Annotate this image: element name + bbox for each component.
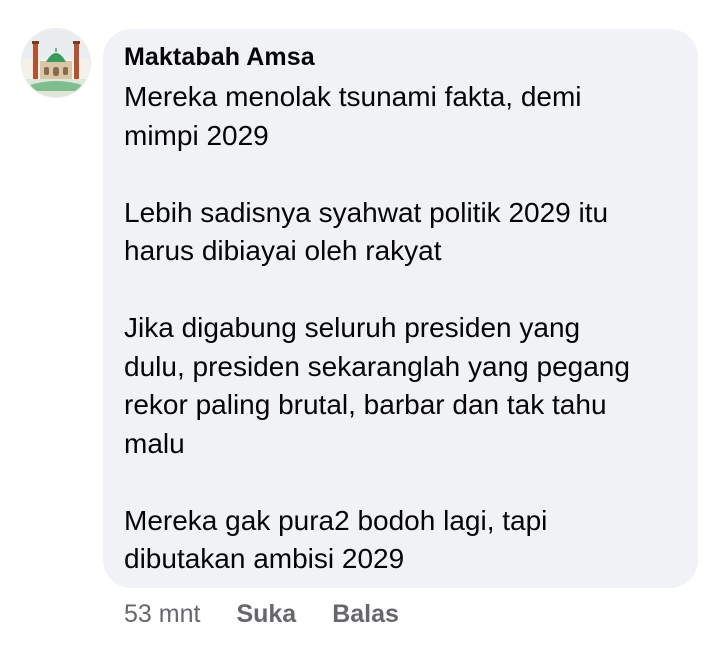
- comment-line: Jika digabung seluruh presiden yang: [124, 312, 581, 343]
- like-button[interactable]: Suka: [236, 600, 296, 629]
- comment-line: harus dibiayai oleh rakyat: [124, 235, 442, 266]
- comment-line: dulu, presiden sekaranglah yang pegang: [124, 350, 630, 382]
- comment-line: mimpi 2029: [124, 119, 269, 151]
- avatar[interactable]: [22, 29, 90, 97]
- comment-paragraph: Mereka menolak tsunami fakta, demi mimpi…: [124, 78, 684, 155]
- comment-line: Mereka menolak tsunami fakta, demi: [124, 81, 582, 112]
- comment-actions: 53 mnt Suka Balas: [124, 598, 399, 630]
- comment-line: Lebih sadisnya syahwat politik 2029 itu: [124, 196, 609, 228]
- comment-line: dibutakan ambisi 2029: [124, 543, 405, 574]
- comment-line: rekor paling brutal, barbar dan tak tahu: [124, 389, 607, 420]
- mosque-avatar-icon: [22, 29, 90, 97]
- comment-paragraph: Mereka gak pura2 bodoh lagi, tapi dibuta…: [124, 502, 684, 579]
- comment-timestamp[interactable]: 53 mnt: [124, 600, 200, 629]
- reply-button[interactable]: Balas: [332, 600, 399, 629]
- comment-line: malu: [124, 427, 185, 459]
- comment-author[interactable]: Maktabah Amsa: [124, 43, 315, 72]
- comment-text: Mereka menolak tsunami fakta, demi mimpi…: [124, 78, 684, 579]
- comment: Maktabah Amsa Mereka menolak tsunami fak…: [0, 0, 720, 647]
- comment-paragraph: Lebih sadisnya syahwat politik 2029 itu …: [124, 194, 684, 271]
- comment-line: Mereka gak pura2 bodoh lagi, tapi: [124, 504, 548, 536]
- comment-bubble: Maktabah Amsa Mereka menolak tsunami fak…: [103, 29, 698, 588]
- comment-paragraph: Jika digabung seluruh presiden yang dulu…: [124, 309, 684, 463]
